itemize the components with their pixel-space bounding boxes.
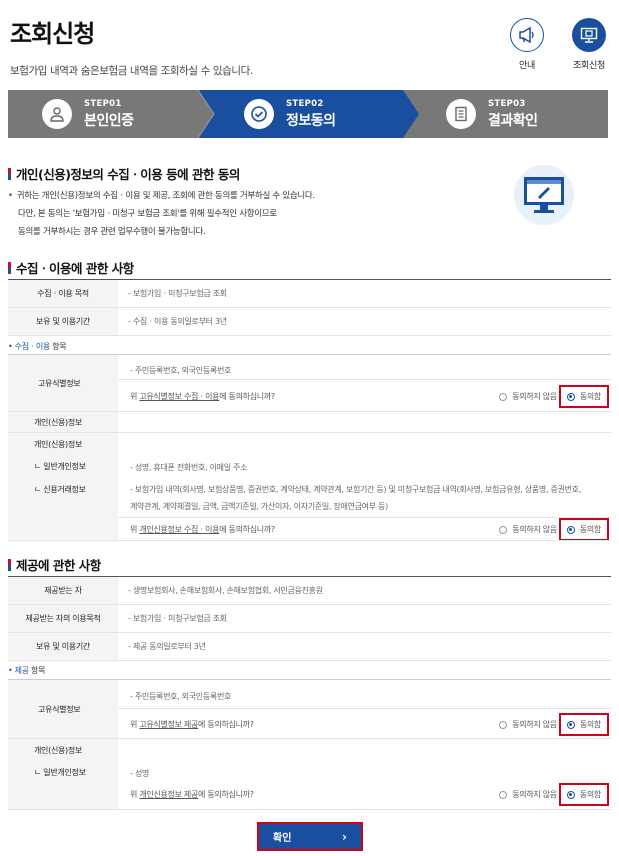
collect-credit-question: 위 개인신용정보 수집ㆍ이용에 동의하십니까?: [130, 525, 275, 534]
collect-credit-disagree-radio[interactable]: 동의하지 않음: [499, 524, 557, 535]
consent-description: • 귀하는 개인(신용)정보의 수집ㆍ이용 및 제공, 조회에 관한 동의를 거부…: [8, 191, 315, 237]
apply-label: 조회신청: [573, 61, 605, 71]
collect-general-label: ㄴ 일반개인정보: [34, 462, 86, 471]
period-label: 보유 및 이용기간: [8, 307, 118, 336]
collect-trade-value-1: - 보험가입 내역(회사명, 보험상품명, 증권번호, 계약상태, 계약관계, …: [130, 485, 581, 494]
step-3-label: 결과확인: [488, 112, 538, 129]
collect-trade-label: ㄴ 신용거래정보: [34, 485, 86, 494]
provide-unique-label: 고유식별정보: [38, 705, 81, 714]
provide-general-label: ㄴ 일반개인정보: [34, 768, 86, 777]
check-circle-icon: [244, 99, 274, 129]
collect-trade-value-2: 계약관계, 계약체결일, 금액, 금액기준일, 가산이자, 이자기준일, 장애연…: [130, 502, 388, 511]
guide-button[interactable]: 안내: [507, 18, 547, 71]
provide-unique-value: - 주민등록번호, 외국인등록번호: [130, 692, 232, 701]
collect-table: 수집ㆍ이용 목적 - 보험가입ㆍ미청구보험금 조회 보유 및 이용기간 - 수집…: [8, 279, 611, 336]
confirm-button[interactable]: 확인 ›: [257, 822, 363, 851]
step-3: STEP03 결과확인: [446, 90, 538, 138]
collect-title: 수집ㆍ이용에 관한 사항: [8, 258, 134, 277]
document-icon: [446, 99, 476, 129]
recipient-value: - 생명보험회사, 손해보험회사, 손해보험협회, 서민금융진흥원: [118, 576, 611, 605]
consent-title: 개인(신용)정보의 수집ㆍ이용 등에 관한 동의: [8, 164, 240, 183]
provide-unique-question: 위 고유식별정보 제공에 동의하십니까?: [130, 720, 254, 729]
table-row: 수집ㆍ이용 목적 - 보험가입ㆍ미청구보험금 조회: [8, 279, 611, 308]
collect-credit-radio-group: 동의하지 않음 동의함: [499, 518, 609, 541]
step-3-num: STEP03: [488, 98, 526, 109]
step-2-label: 정보동의: [286, 112, 336, 129]
provide-period-label: 보유 및 이용기간: [8, 632, 118, 661]
recipient-purpose-value: - 보험가입ㆍ미청구보험금 조회: [118, 604, 611, 633]
monitor-icon: [572, 18, 606, 52]
page-header: 조회신청 보험가입 내역과 숨은보험금 내역을 조회하실 수 있습니다.: [10, 14, 253, 78]
provide-table: 제공받는 자 - 생명보험회사, 손해보험회사, 손해보험협회, 서민금융진흥원…: [8, 576, 611, 661]
chevron-right-icon: ›: [342, 829, 347, 844]
recipient-label: 제공받는 자: [8, 576, 118, 605]
step-1-num: STEP01: [84, 98, 122, 109]
collect-credit-agree-radio[interactable]: 동의함: [558, 518, 609, 541]
table-row: 보유 및 이용기간 - 제공 동의일로부터 3년: [8, 632, 611, 661]
collect-unique-radio-group: 동의하지 않음 동의함: [499, 385, 609, 408]
provide-title: 제공에 관한 사항: [8, 555, 101, 574]
provide-credit-question: 위 개인신용정보 제공에 동의하십니까?: [130, 790, 254, 799]
step-progress: STEP01 본인인증 STEP02 정보동의 STEP03 결과확인: [8, 90, 609, 138]
confirm-label: 확인: [273, 833, 292, 844]
step-2-num: STEP02: [286, 98, 324, 109]
monitor-illustration-icon: [514, 165, 574, 225]
step-1-label: 본인인증: [84, 112, 134, 129]
provide-items-box: 고유식별정보 - 주민등록번호, 외국인등록번호 위 고유식별정보 제공에 동의…: [8, 679, 611, 810]
collect-unique-agree-radio[interactable]: 동의함: [558, 385, 609, 408]
top-icon-menu: 안내 조회신청: [507, 18, 609, 71]
table-row: 보유 및 이용기간 - 수집ㆍ이용 동의일로부터 3년: [8, 307, 611, 336]
step-2: STEP02 정보동의: [244, 90, 336, 138]
apply-button[interactable]: 조회신청: [569, 18, 609, 71]
collect-unique-value: - 주민등록번호, 외국인등록번호: [130, 366, 232, 375]
provide-credit-agree-radio[interactable]: 동의함: [558, 783, 609, 806]
table-row: 제공받는 자의 이용목적 - 보험가입ㆍ미청구보험금 조회: [8, 604, 611, 633]
collect-items-heading: • 수집ㆍ이용 항목: [8, 342, 67, 351]
recipient-purpose-label: 제공받는 자의 이용목적: [8, 604, 118, 633]
megaphone-icon: [510, 18, 544, 52]
provide-general-value: - 성명: [130, 769, 149, 778]
collect-credit-label2: 개인(신용)정보: [34, 440, 83, 449]
page-title: 조회신청: [10, 20, 95, 48]
provide-period-value: - 제공 동의일로부터 3년: [118, 632, 611, 661]
provide-credit-label: 개인(신용)정보: [34, 746, 83, 755]
collect-unique-disagree-radio[interactable]: 동의하지 않음: [499, 391, 557, 402]
provide-credit-radio-group: 동의하지 않음 동의함: [499, 783, 609, 806]
period-value: - 수집ㆍ이용 동의일로부터 3년: [118, 307, 611, 336]
table-row: 제공받는 자 - 생명보험회사, 손해보험회사, 손해보험협회, 서민금융진흥원: [8, 576, 611, 605]
guide-label: 안내: [519, 61, 535, 71]
provide-unique-disagree-radio[interactable]: 동의하지 않음: [499, 719, 557, 730]
provide-unique-radio-group: 동의하지 않음 동의함: [499, 713, 609, 736]
page-subtitle: 보험가입 내역과 숨은보험금 내역을 조회하실 수 있습니다.: [10, 65, 253, 77]
person-icon: [42, 99, 72, 129]
purpose-value: - 보험가입ㆍ미청구보험금 조회: [118, 279, 611, 308]
collect-unique-label: 고유식별정보: [38, 379, 81, 388]
provide-unique-agree-radio[interactable]: 동의함: [558, 713, 609, 736]
purpose-label: 수집ㆍ이용 목적: [8, 279, 118, 308]
provide-credit-disagree-radio[interactable]: 동의하지 않음: [499, 789, 557, 800]
step-1: STEP01 본인인증: [42, 90, 134, 138]
collect-unique-question: 위 고유식별정보 수집ㆍ이용에 동의하십니까?: [130, 392, 275, 401]
collect-items-box: 고유식별정보 - 주민등록번호, 외국인등록번호 위 고유식별정보 수집ㆍ이용에…: [8, 354, 611, 541]
collect-general-value: - 성명, 휴대폰 전화번호, 이메일 주소: [130, 463, 248, 472]
provide-items-heading: • 제공 항목: [8, 666, 46, 675]
collect-credit-label: 개인(신용)정보: [34, 418, 83, 427]
